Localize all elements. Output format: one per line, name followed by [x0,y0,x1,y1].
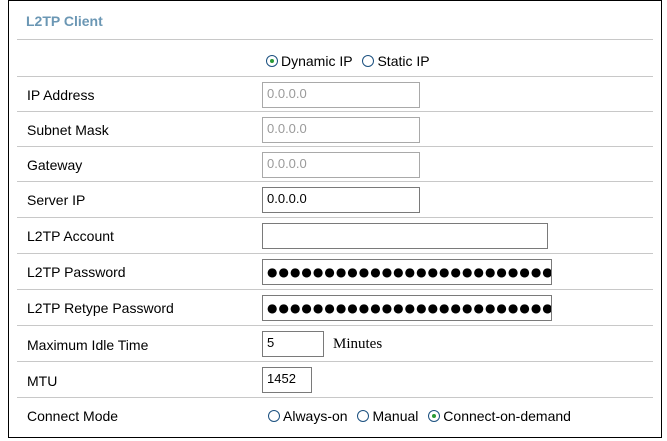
ip-address-input[interactable]: 0.0.0.0 [262,82,420,108]
dynamic-ip-label: Dynamic IP [281,53,353,69]
mtu-input[interactable]: 1452 [262,367,312,393]
row-divider [17,111,653,112]
connect-on-demand-label: Connect-on-demand [443,408,571,424]
connect-mode-label: Connect Mode [27,408,119,424]
static-ip-radio[interactable] [362,55,375,67]
subnet-mask-input[interactable]: 0.0.0.0 [262,117,420,143]
connect-mode-group: Always-on Manual Connect-on-demand [268,408,577,424]
always-on-option[interactable]: Always-on [268,408,348,424]
always-on-radio[interactable] [268,410,280,422]
row-divider [17,397,653,398]
connect-on-demand-option[interactable]: Connect-on-demand [428,408,571,424]
l2tp-retype-password-label: L2TP Retype Password [27,300,174,316]
static-ip-label: Static IP [377,53,430,69]
manual-option[interactable]: Manual [357,408,418,424]
ip-address-label: IP Address [27,87,95,103]
l2tp-retype-password-input[interactable]: ●●●●●●●●●●●●●●●●●●●●●●●●●●●●●●●● [262,295,552,321]
server-ip-label: Server IP [27,192,86,208]
subnet-mask-label: Subnet Mask [27,122,109,138]
dynamic-ip-radio[interactable] [266,55,278,67]
l2tp-password-label: L2TP Password [27,264,126,280]
manual-radio[interactable] [357,410,370,422]
l2tp-password-input[interactable]: ●●●●●●●●●●●●●●●●●●●●●●●●●●●●●●●● [262,259,552,285]
connect-on-demand-radio[interactable] [428,410,441,422]
dynamic-ip-option[interactable]: Dynamic IP [266,53,353,69]
row-divider [17,253,653,254]
always-on-label: Always-on [283,408,348,424]
row-divider [17,76,653,77]
l2tp-client-panel: L2TP Client Dynamic IP Static IP IP Addr… [8,0,662,438]
section-title: L2TP Client [26,13,103,29]
server-ip-input[interactable]: 0.0.0.0 [262,187,420,213]
title-divider [17,39,653,40]
max-idle-time-input[interactable]: 5 [262,331,324,357]
l2tp-account-input[interactable] [262,223,548,249]
l2tp-account-label: L2TP Account [27,228,114,244]
row-divider [17,146,653,147]
gateway-input[interactable]: 0.0.0.0 [262,152,420,178]
row-divider [17,289,653,290]
idle-time-unit: Minutes [333,336,383,352]
gateway-label: Gateway [27,157,83,173]
row-divider [17,361,653,362]
ip-mode-group: Dynamic IP Static IP [266,53,436,69]
static-ip-option[interactable]: Static IP [362,53,430,69]
mtu-label: MTU [27,373,58,389]
manual-label: Manual [372,408,419,424]
row-divider [17,325,653,326]
row-divider [17,217,653,218]
row-divider [17,181,653,182]
max-idle-time-label: Maximum Idle Time [27,337,149,353]
